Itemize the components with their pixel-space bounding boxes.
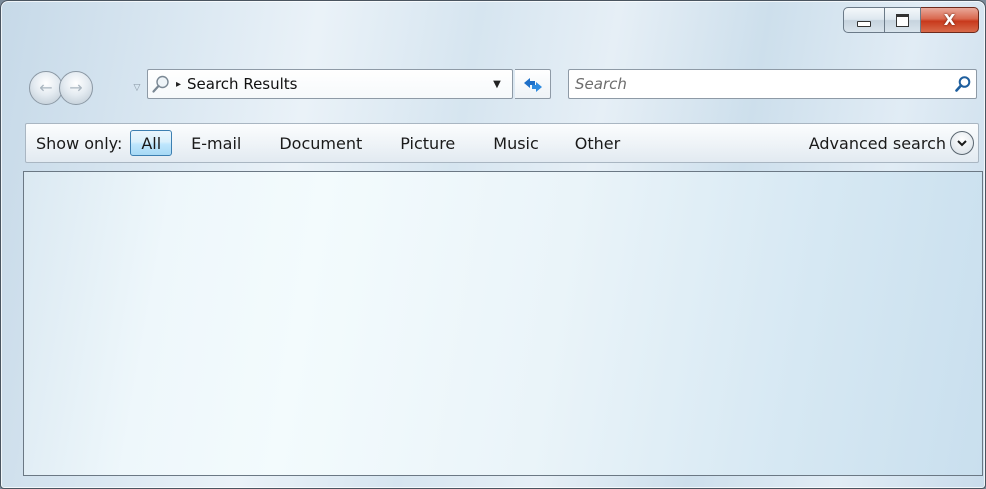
breadcrumb-separator[interactable]: ▸ (176, 79, 181, 90)
back-button[interactable]: ← (29, 71, 63, 105)
filter-document-button[interactable]: Document (270, 130, 371, 156)
explorer-window: X ← → ▽ ▸ Search Results ▼ Search Show o… (0, 0, 986, 489)
filter-picture-button[interactable]: Picture (391, 130, 464, 156)
navigation-bar: ← → ▽ ▸ Search Results ▼ (25, 67, 983, 111)
forward-button[interactable]: → (59, 71, 93, 105)
maximize-button[interactable] (885, 7, 921, 33)
magnifier-icon (955, 76, 971, 92)
breadcrumb-search-results[interactable]: Search Results (187, 75, 297, 93)
dropdown-arrow-icon: ▼ (493, 78, 501, 90)
caption-buttons: X (843, 7, 979, 35)
address-bar[interactable]: ▸ Search Results ▼ (147, 69, 513, 99)
forward-arrow-icon: → (69, 78, 83, 97)
close-button[interactable]: X (921, 7, 979, 33)
address-dropdown-button[interactable]: ▼ (486, 70, 508, 98)
search-folder-icon (148, 71, 174, 97)
results-pane[interactable] (23, 171, 983, 476)
minimize-button[interactable] (843, 7, 885, 33)
advanced-search-label: Advanced search (808, 133, 946, 153)
maximize-icon (896, 13, 909, 27)
filter-music-button[interactable]: Music (484, 130, 548, 156)
search-button[interactable] (950, 71, 976, 97)
close-icon: X (943, 11, 956, 29)
search-box (568, 69, 977, 99)
search-input[interactable] (569, 71, 950, 97)
recent-pages-button[interactable]: ▽ (131, 81, 143, 95)
search-filter-bar: Show only: All E-mail Document Picture M… (25, 123, 979, 163)
chevron-down-icon: ▽ (133, 83, 141, 93)
show-only-label: Show only: (36, 133, 123, 153)
refresh-button[interactable] (515, 69, 551, 99)
back-arrow-icon: ← (39, 78, 53, 97)
filter-email-button[interactable]: E-mail (182, 130, 250, 156)
minimize-icon (857, 21, 871, 27)
refresh-icon (523, 78, 542, 92)
advanced-search-button[interactable]: Advanced search (809, 131, 974, 155)
filter-other-button[interactable]: Other (566, 130, 629, 156)
chevron-down-circle-icon (950, 131, 974, 155)
filter-all-button[interactable]: All (130, 130, 173, 156)
